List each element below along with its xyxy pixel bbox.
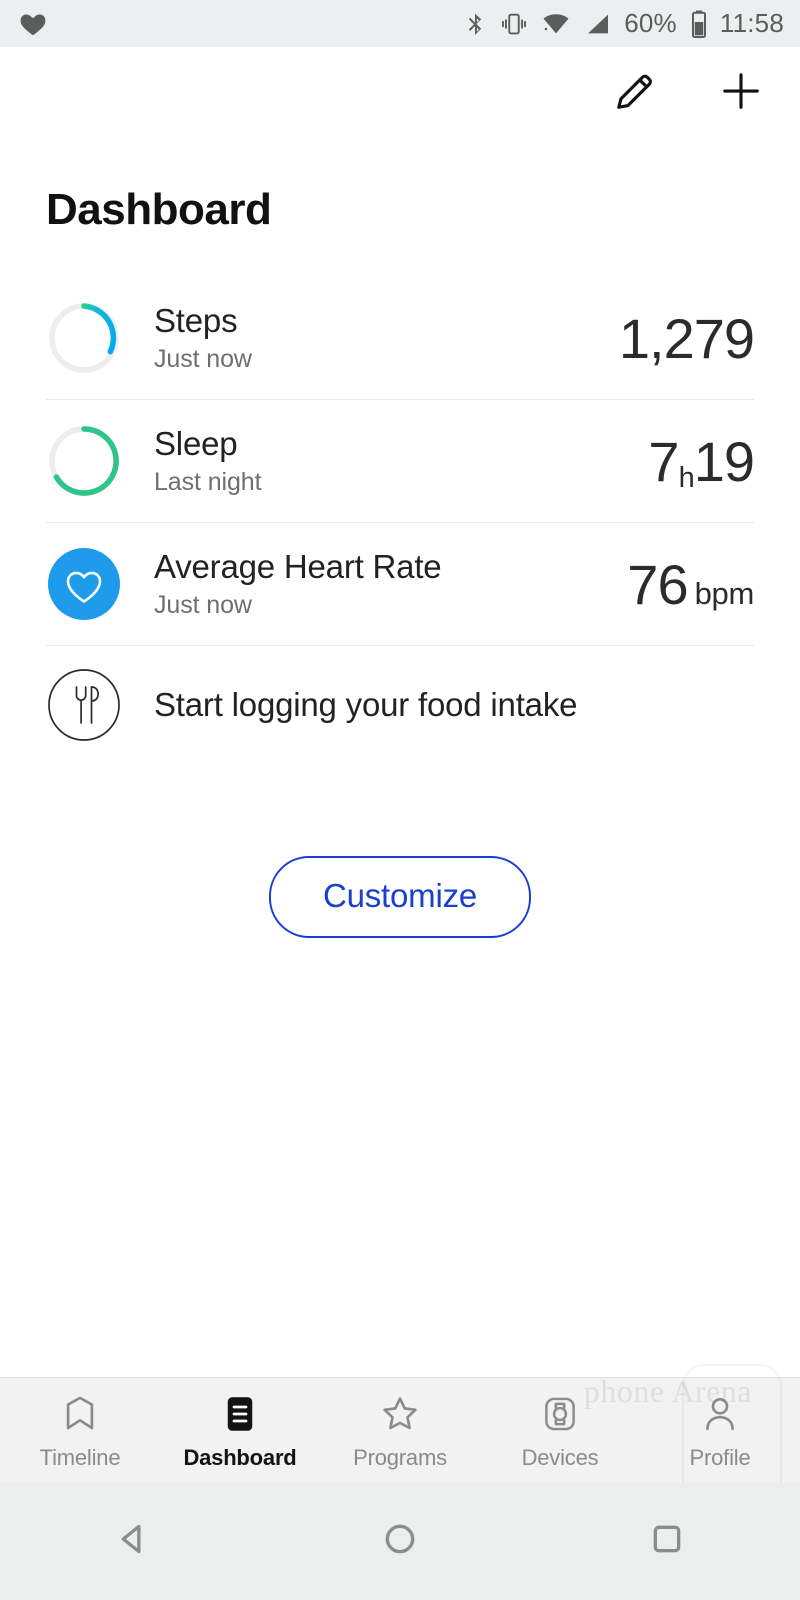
- sleep-progress-ring: [46, 423, 122, 499]
- nav-label: Profile: [689, 1445, 751, 1470]
- metric-subtitle: Last night: [154, 468, 262, 497]
- watch-device-icon: [539, 1391, 581, 1437]
- status-bar: 60% 11:58: [0, 0, 800, 47]
- metric-subtitle: Just now: [154, 345, 252, 374]
- nav-item-dashboard[interactable]: Dashboard: [160, 1378, 320, 1471]
- nav-item-programs[interactable]: Programs: [320, 1378, 480, 1471]
- metric-value-heart-rate: 76 bpm: [627, 552, 754, 617]
- system-back-button[interactable]: [88, 1497, 178, 1587]
- status-bar-left: [18, 9, 48, 39]
- nav-label: Timeline: [39, 1445, 121, 1470]
- system-home-button[interactable]: [355, 1497, 445, 1587]
- metric-value-hours: 7: [648, 429, 679, 493]
- system-navigation-bar: [0, 1483, 800, 1600]
- food-logging-label: Start logging your food intake: [154, 686, 578, 723]
- metric-value-sleep: 7 h 19: [648, 429, 755, 494]
- metric-row-steps[interactable]: Steps Just now 1,279: [0, 277, 800, 399]
- heart-rate-icon: [46, 546, 122, 622]
- metric-value-hour-marker: h: [678, 461, 695, 494]
- metric-text-heart-rate: Average Heart Rate Just now: [154, 547, 442, 621]
- nav-item-profile[interactable]: Profile: [640, 1378, 800, 1471]
- status-bar-right: 60% 11:58: [462, 8, 784, 39]
- metric-label: Average Heart Rate: [154, 547, 442, 585]
- person-icon: [699, 1391, 741, 1437]
- timeline-bookmark-icon: [59, 1391, 101, 1437]
- heart-icon: [18, 9, 48, 39]
- metric-list: Steps Just now 1,279 Sleep Last night 7 …: [0, 277, 800, 764]
- metric-text-sleep: Sleep Last night: [154, 424, 262, 498]
- nav-label: Programs: [353, 1445, 447, 1470]
- bottom-navigation: Timeline Dashboard Programs Devices Prof…: [0, 1377, 800, 1483]
- nav-label: Devices: [521, 1445, 599, 1470]
- add-button[interactable]: [714, 66, 768, 120]
- wifi-icon: [540, 9, 572, 39]
- page-title: Dashboard: [46, 185, 272, 234]
- customize-button[interactable]: Customize: [268, 856, 532, 938]
- metric-value-minutes: 19: [693, 429, 755, 493]
- metric-text-steps: Steps Just now: [154, 302, 252, 375]
- bluetooth-icon: [462, 9, 488, 39]
- cutlery-icon: [46, 667, 122, 743]
- recents-square-icon: [647, 1519, 687, 1564]
- system-recents-button[interactable]: [622, 1497, 712, 1587]
- metric-row-heart-rate[interactable]: Average Heart Rate Just now 76 bpm: [0, 523, 800, 645]
- metric-unit: bpm: [694, 575, 755, 611]
- pencil-icon: [610, 66, 660, 121]
- food-logging-row[interactable]: Start logging your food intake: [0, 646, 800, 764]
- nav-item-devices[interactable]: Devices: [480, 1378, 640, 1471]
- metric-label: Sleep: [154, 424, 238, 462]
- metric-row-sleep[interactable]: Sleep Last night 7 h 19: [0, 400, 800, 522]
- home-circle-icon: [380, 1519, 420, 1564]
- back-triangle-icon: [113, 1519, 153, 1564]
- clock-label: 11:58: [719, 8, 784, 38]
- metric-value: 1,279: [618, 306, 755, 370]
- metric-value: 76: [627, 552, 688, 616]
- steps-progress-ring: [46, 300, 122, 376]
- dashboard-list-icon: [219, 1391, 261, 1437]
- metric-value-steps: 1,279: [618, 306, 755, 371]
- plus-icon: [716, 66, 766, 121]
- star-icon: [379, 1391, 421, 1437]
- customize-section: Customize: [0, 856, 800, 938]
- vibrate-icon: [499, 9, 529, 39]
- nav-label: Dashboard: [183, 1445, 297, 1470]
- app-bar: [0, 47, 800, 139]
- metric-label: Steps: [154, 301, 238, 339]
- signal-icon: [583, 9, 613, 39]
- battery-icon: [689, 9, 709, 39]
- battery-percent-label: 60%: [624, 8, 677, 38]
- edit-button[interactable]: [608, 66, 662, 120]
- nav-item-timeline[interactable]: Timeline: [0, 1378, 160, 1471]
- metric-subtitle: Just now: [154, 591, 252, 620]
